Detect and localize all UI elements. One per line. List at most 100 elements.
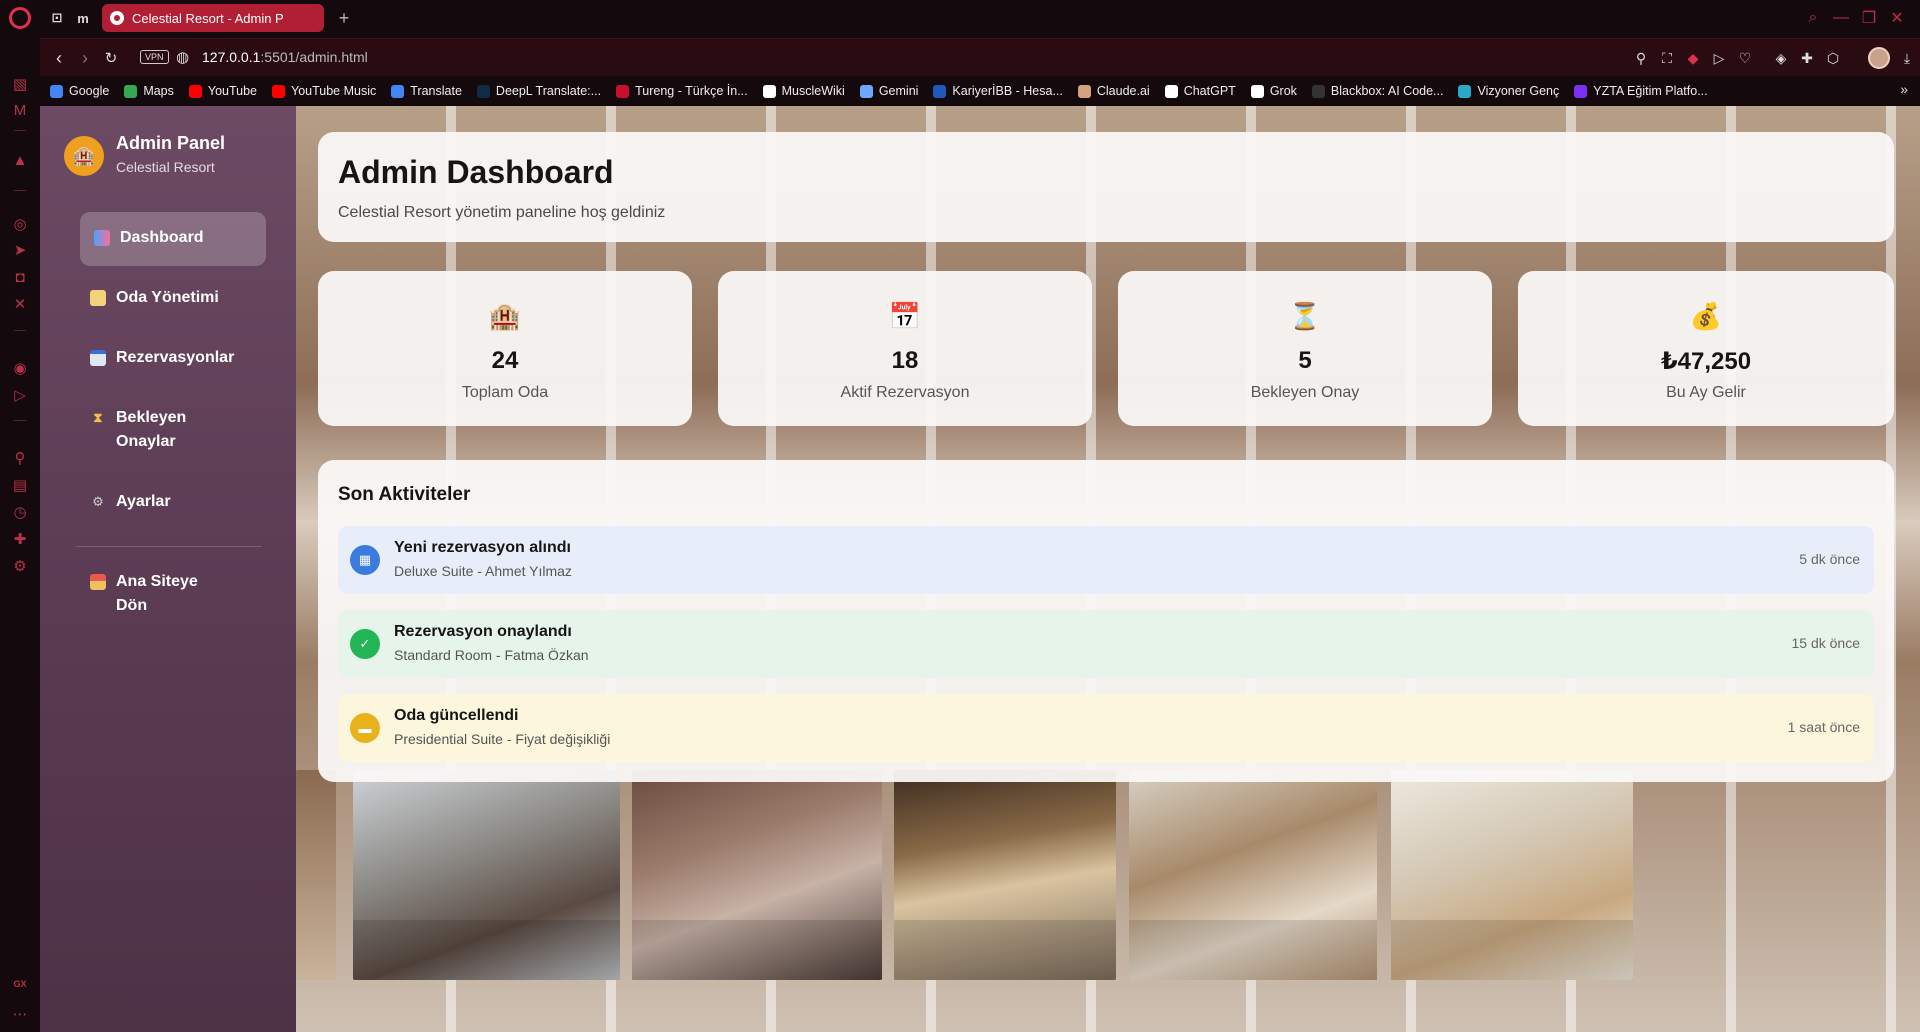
bookmark-label: YouTube [207, 84, 258, 98]
sidebar-item-label: Rezervasyonlar [116, 349, 235, 366]
play-icon[interactable]: ▷ [1708, 47, 1730, 69]
activity-item[interactable]: ✓ Rezervasyon onaylandı Standard Room - Fa… [338, 610, 1874, 678]
sidebar-item-home[interactable]: Ana Siteye Dön [80, 558, 266, 630]
stat-value: ₺47,250 [1660, 348, 1752, 375]
workspace-m[interactable]: m [72, 7, 94, 29]
globe-icon: ◍ [176, 49, 190, 66]
sidebar-item-pending[interactable]: ⧗ Bekleyen Onaylar [80, 394, 266, 466]
bookmark-item[interactable]: MuscleWiki [762, 84, 845, 98]
address-bar: ‹ › ↻ VPN ◍ 127.0.0.1:5501/admin.html ⚲ … [40, 38, 1920, 76]
restore-icon[interactable]: ❐ [1856, 6, 1882, 30]
tab-title: Celestial Resort - Admin P [132, 10, 284, 26]
bookmark-label: Claude.ai [1096, 84, 1150, 98]
forward-icon[interactable]: › [74, 47, 96, 69]
hotel-logo-icon: 🏨 [64, 136, 104, 176]
hourglass-icon: ⏳ [1288, 301, 1322, 331]
pin-icon[interactable]: ⚲ [0, 444, 40, 472]
profile-avatar[interactable] [1868, 47, 1890, 69]
sidebar-subtitle: Celestial Resort [116, 159, 215, 175]
new-tab-button[interactable]: + [333, 7, 355, 29]
bookmark-item[interactable]: Tureng - Türkçe İn... [616, 84, 748, 98]
url-field[interactable]: 127.0.0.1:5501/admin.html [202, 49, 368, 65]
workspaces-icon[interactable]: ⊡ [46, 7, 68, 29]
back-icon[interactable]: ‹ [48, 47, 70, 69]
bookmark-item[interactable]: Google [50, 84, 109, 98]
hotel-icon: 🏨 [488, 301, 522, 331]
bookmark-item[interactable]: YouTube Music [272, 84, 376, 98]
player-icon[interactable]: ◉ [0, 354, 40, 382]
pocket-icon[interactable]: ◆ [1682, 47, 1704, 69]
x-twitter-icon[interactable]: ✕ [0, 290, 40, 318]
bookmark-item[interactable]: Translate [391, 84, 462, 98]
more-icon[interactable]: ⋯ [0, 1000, 40, 1028]
history-icon[interactable]: ◷ [0, 498, 40, 526]
activity-item[interactable]: ▬ Oda güncellendi Presidential Suite - Fiy… [338, 694, 1874, 762]
bookmark-item[interactable]: ChatGPT [1164, 84, 1236, 98]
whatsapp-icon[interactable]: ◎ [0, 210, 40, 238]
sidebar-divider [14, 330, 26, 331]
extension-icon[interactable]: ◈ [1770, 47, 1792, 69]
gx-corner-icon[interactable]: ▧ [0, 70, 40, 98]
telegram-icon[interactable]: ➤ [0, 236, 40, 264]
stat-value: 24 [491, 347, 519, 374]
bookmark-item[interactable]: Claude.ai [1077, 84, 1150, 98]
activity-item-title: Rezervasyon onaylandı [394, 623, 572, 640]
bookmark-favicon-icon [1311, 84, 1325, 98]
bookmark-favicon-icon [188, 84, 202, 98]
download-icon[interactable]: ⤓ [1896, 47, 1918, 69]
stat-value: 5 [1298, 347, 1312, 374]
active-tab[interactable]: Celestial Resort - Admin P [102, 4, 324, 32]
sidebar-divider [14, 190, 26, 191]
easy-setup-icon[interactable]: ✚ [1796, 47, 1818, 69]
hotel-photo [353, 770, 620, 980]
aria-icon[interactable]: ▲ [0, 146, 40, 174]
hotel-photo [1391, 770, 1633, 980]
bookmark-item[interactable]: Vizyoner Genç [1458, 84, 1559, 98]
sidebar-item-settings[interactable]: ⚙ Ayarlar [80, 478, 266, 526]
bookmark-item[interactable]: DeepL Translate:... [476, 84, 602, 98]
sidebar-item-dashboard[interactable]: Dashboard [80, 212, 266, 266]
bookmark-item[interactable]: KariyerİBB - Hesa... [933, 84, 1063, 98]
activity-item-desc: Deluxe Suite - Ahmet Yılmaz [394, 563, 572, 579]
search-tabs-icon[interactable]: ⌕ [1800, 6, 1826, 30]
activity-icon: ✓ [350, 629, 380, 659]
bookmark-item[interactable]: YouTube [188, 84, 258, 98]
stat-card-rooms: 🏨 24 Toplam Oda [318, 271, 692, 426]
tab-favicon-icon [110, 11, 124, 25]
bookmark-favicon-icon [1077, 84, 1091, 98]
sidebar-item-rooms[interactable]: Oda Yönetimi [80, 274, 266, 322]
bookmark-favicon-icon [50, 84, 63, 98]
activity-title: Son Aktiviteler [338, 484, 471, 505]
pin-page-icon[interactable]: ⚲ [1630, 47, 1652, 69]
sidebar-item-reservations[interactable]: Rezervasyonlar [80, 334, 266, 382]
close-icon[interactable]: ✕ [1884, 6, 1910, 30]
bookmark-item[interactable]: Maps [124, 84, 174, 98]
instagram-icon[interactable]: ◘ [0, 263, 40, 291]
vpn-badge[interactable]: VPN [140, 50, 169, 64]
bookmarks-overflow-icon[interactable]: » [1900, 81, 1908, 97]
heart-icon[interactable]: ♡ [1734, 47, 1756, 69]
settings-icon[interactable]: ⚙ [0, 552, 40, 580]
tabs-icon[interactable]: ▤ [0, 471, 40, 499]
activity-item-desc: Presidential Suite - Fiyat değişikliği [394, 731, 611, 747]
flow-icon[interactable]: ▷ [0, 381, 40, 409]
gx-control-icon[interactable]: M [0, 96, 40, 124]
extensions-puzzle-icon[interactable]: ⬡ [1822, 47, 1844, 69]
opera-logo-icon[interactable] [0, 4, 40, 32]
reload-icon[interactable]: ↻ [100, 47, 122, 69]
extensions-icon[interactable]: ✚ [0, 525, 40, 553]
bookmark-item[interactable]: YZTA Eğitim Platfo... [1574, 84, 1708, 98]
hotel-icon [90, 290, 106, 306]
minimize-icon[interactable]: — [1828, 6, 1854, 30]
bookmark-label: Grok [1269, 84, 1297, 98]
bookmark-item[interactable]: Grok [1250, 84, 1297, 98]
bookmark-item[interactable]: Gemini [859, 84, 918, 98]
gx-label: GX [13, 979, 27, 989]
activity-item[interactable]: ▦ Yeni rezervasyon alındı Deluxe Suite - A… [338, 526, 1874, 594]
bookmark-favicon-icon [476, 84, 490, 98]
activity-card: Son Aktiviteler ▦ Yeni rezervasyon alındı… [318, 460, 1894, 782]
web-page: 🏨 Admin Panel Celestial Resort Dashboard… [40, 106, 1920, 1032]
bookmark-item[interactable]: Blackbox: AI Code... [1311, 84, 1443, 98]
bookmark-label: DeepL Translate:... [495, 84, 602, 98]
snapshot-icon[interactable]: ⛶ [1656, 47, 1678, 69]
